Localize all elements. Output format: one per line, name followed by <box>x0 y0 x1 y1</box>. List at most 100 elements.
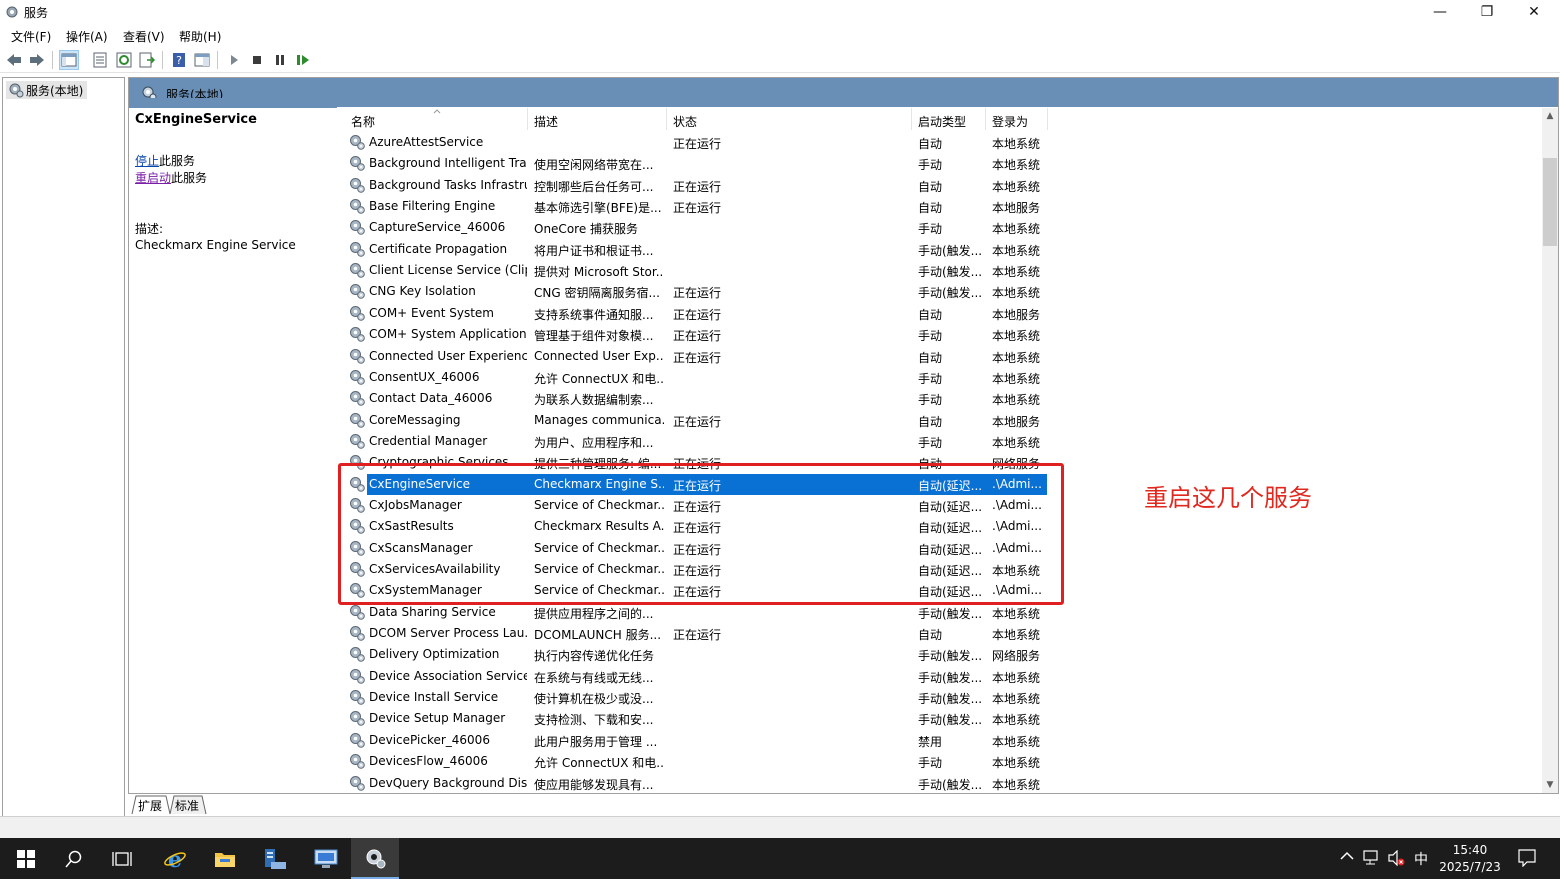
table-row[interactable]: Client License Service (Clip... 提供对 Micro… <box>337 260 1542 281</box>
service-startup-cell: 自动 <box>918 137 943 151</box>
table-row[interactable]: CoreMessaging Manages communica... 正在运行 自动 本… <box>337 410 1542 431</box>
file-explorer-icon[interactable] <box>201 838 249 879</box>
services-gear-icon[interactable] <box>351 838 399 879</box>
service-description-cell: 使应用能够发现具有... <box>534 777 654 792</box>
remote-desktop-icon[interactable] <box>302 838 350 879</box>
service-description-cell: 提供应用程序之间的... <box>534 606 654 621</box>
service-gear-icon <box>350 626 365 641</box>
menu-action[interactable]: 操作(A) <box>66 28 108 45</box>
table-row[interactable]: Device Setup Manager 支持检测、下载和安... 手动(触发...… <box>337 708 1542 729</box>
service-gear-icon <box>350 135 365 150</box>
ime-indicator[interactable]: 中 <box>1414 849 1428 869</box>
service-startup-cell: 自动 <box>918 350 943 365</box>
server-manager-icon[interactable] <box>251 838 299 879</box>
show-hide-pane-icon[interactable] <box>192 50 212 70</box>
service-startup-cell: 自动 <box>918 179 943 194</box>
refresh-icon[interactable] <box>114 50 134 70</box>
column-name[interactable]: 名称 <box>351 113 375 130</box>
table-row[interactable]: Device Association Service 在系统与有线或无线... 手动… <box>337 666 1542 687</box>
tree-node-label: 服务(本地) <box>26 84 84 98</box>
service-description-cell: Manages communica... <box>534 412 664 427</box>
service-description-cell: 执行内容传递优化任务 <box>534 649 655 664</box>
column-log-on-as[interactable]: 登录为 <box>992 113 1028 130</box>
scroll-down-icon[interactable]: ▼ <box>1542 777 1558 793</box>
help-icon[interactable]: ? <box>169 50 189 70</box>
forward-arrow-icon[interactable] <box>27 50 47 70</box>
menu-view[interactable]: 查看(V) <box>123 28 165 45</box>
back-arrow-icon[interactable] <box>4 50 24 70</box>
service-startup-cell: 自动 <box>918 201 943 216</box>
table-row[interactable]: Delivery Optimization 执行内容传递优化任务 手动(触发... 网… <box>337 644 1542 665</box>
scroll-thumb[interactable] <box>1543 158 1557 246</box>
table-row[interactable]: DevicesFlow_46006 允许 ConnectUX 和电... 手动 本地系… <box>337 751 1542 772</box>
column-status[interactable]: 状态 <box>673 113 697 130</box>
vertical-scrollbar[interactable]: ▲ ▼ <box>1542 108 1558 793</box>
service-name-cell: CoreMessaging <box>369 412 461 427</box>
table-row[interactable]: Contact Data_46006 为联系人数据编制索... 手动 本地系统 <box>337 388 1542 409</box>
task-view-icon[interactable] <box>98 838 146 879</box>
export-list-icon[interactable] <box>137 50 157 70</box>
table-row[interactable]: Connected User Experienc... Connected Use… <box>337 346 1542 367</box>
network-icon[interactable] <box>1363 850 1381 870</box>
restart-service-link[interactable]: 重启动 <box>135 171 171 185</box>
stop-service-link[interactable]: 停止 <box>135 154 159 168</box>
tab-extended[interactable]: 扩展 <box>134 795 166 814</box>
column-startup-type[interactable]: 启动类型 <box>918 113 966 130</box>
search-icon[interactable] <box>50 838 98 879</box>
table-row[interactable]: DCOM Server Process Lau... DCOMLAUNCH 服务.… <box>337 623 1542 644</box>
service-description-cell: 支持系统事件通知服... <box>534 307 654 322</box>
start-service-icon[interactable] <box>224 50 244 70</box>
tray-chevron-up-icon[interactable] <box>1340 849 1354 865</box>
view-tabs: 扩展 标准 <box>130 795 530 815</box>
service-status-cell: 正在运行 <box>673 286 722 301</box>
internet-explorer-icon[interactable]: e <box>151 838 199 879</box>
notification-icon[interactable] <box>1518 849 1536 871</box>
table-row[interactable]: Base Filtering Engine 基本筛选引擎(BFE)是... 正在运行… <box>337 196 1542 217</box>
service-name-cell: Device Install Service <box>369 690 499 705</box>
table-row[interactable]: Credential Manager 为用户、应用程序和... 手动 本地系统 <box>337 431 1542 452</box>
menu-help[interactable]: 帮助(H) <box>179 28 221 45</box>
table-row[interactable]: Device Install Service 使计算机在极少或没... 手动(触发.… <box>337 687 1542 708</box>
table-row[interactable]: CNG Key Isolation CNG 密钥隔离服务宿... 正在运行 手动(触发… <box>337 281 1542 302</box>
service-logon-cell: 本地系统 <box>992 137 1041 151</box>
menu-file[interactable]: 文件(F) <box>11 28 51 45</box>
service-name-cell: DevicePicker_46006 <box>369 732 490 747</box>
table-row[interactable]: DevicePicker_46006 此用户服务用于管理 ... 禁用 本地系统 <box>337 730 1542 751</box>
sort-ascending-icon <box>433 109 441 114</box>
table-row[interactable]: AzureAttestService 正在运行 自动 本地系统 <box>337 132 1542 153</box>
service-startup-cell: 禁用 <box>918 734 943 749</box>
table-row[interactable]: Background Tasks Infrastru... 控制哪些后台任务可..… <box>337 175 1542 196</box>
pause-service-icon[interactable] <box>270 50 290 70</box>
service-description-cell: 支持检测、下载和安... <box>534 713 654 728</box>
service-startup-cell: 手动 <box>918 158 943 173</box>
table-row[interactable]: COM+ Event System 支持系统事件通知服... 正在运行 自动 本地服务 <box>337 303 1542 324</box>
scroll-up-icon[interactable]: ▲ <box>1542 108 1558 124</box>
tree-node-services-local[interactable]: 服务(本地) <box>6 81 88 99</box>
table-row[interactable]: Certificate Propagation 将用户证书和根证书... 手动(触发… <box>337 239 1542 260</box>
service-name-cell: Base Filtering Engine <box>369 199 496 214</box>
service-logon-cell: 本地系统 <box>992 286 1041 301</box>
table-row[interactable]: COM+ System Application 管理基于组件对象模... 正在运行 手… <box>337 324 1542 345</box>
service-startup-cell: 自动 <box>918 307 943 322</box>
service-name-cell: AzureAttestService <box>369 135 484 149</box>
services-pane: 服务(本地) CxEngineService 停止此服务 重启动此服务 描述: … <box>128 77 1559 794</box>
restart-service-icon[interactable] <box>293 50 313 70</box>
console-tree-icon[interactable] <box>59 50 79 70</box>
service-gear-icon <box>350 263 365 278</box>
column-description[interactable]: 描述 <box>534 113 558 130</box>
table-row[interactable]: DevQuery Background Dis... 使应用能够发现具有... 手动… <box>337 773 1542 794</box>
properties-icon[interactable] <box>90 50 110 70</box>
close-button[interactable]: ✕ <box>1511 0 1557 24</box>
restore-button[interactable]: ❐ <box>1464 0 1510 24</box>
start-windows-icon[interactable] <box>2 838 50 879</box>
minimize-button[interactable]: — <box>1417 0 1463 24</box>
clock[interactable]: 15:40 2025/7/23 <box>1437 842 1503 876</box>
table-row[interactable]: ConsentUX_46006 允许 ConnectUX 和电... 手动 本地系统 <box>337 367 1542 388</box>
table-row[interactable]: Background Intelligent Tra... 使用空闲网络带宽在..… <box>337 153 1542 174</box>
service-name-cell: Background Intelligent Tra... <box>369 156 527 171</box>
service-status-cell: 正在运行 <box>673 350 722 365</box>
tab-standard[interactable]: 标准 <box>171 795 203 814</box>
stop-service-icon[interactable] <box>247 50 267 70</box>
volume-muted-icon[interactable] <box>1388 849 1406 870</box>
table-row[interactable]: CaptureService_46006 OneCore 捕获服务 手动 本地系统 <box>337 217 1542 238</box>
